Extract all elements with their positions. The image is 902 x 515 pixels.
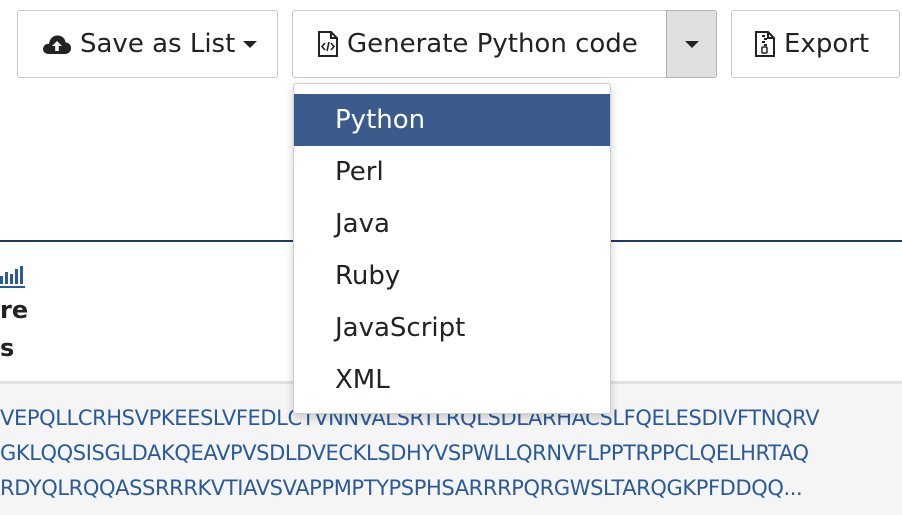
caret-down-icon [684, 40, 699, 48]
save-as-list-label: Save as List [80, 29, 236, 59]
generate-code-button[interactable]: Generate Python code [292, 10, 667, 78]
caret-down-icon [243, 40, 258, 48]
language-dropdown-menu: Python Perl Java Ruby JavaScript XML [293, 83, 611, 414]
truncated-label-2: s [0, 334, 15, 362]
save-as-list-button[interactable]: Save as List [17, 10, 278, 78]
sequence-line[interactable]: RDYQLRQQASSRRRKVTIAVSVAPPMPTYPSPHSARRRPQ… [0, 476, 902, 500]
file-code-icon [318, 31, 338, 57]
menu-item-javascript[interactable]: JavaScript [294, 302, 610, 354]
export-label: Export [784, 29, 870, 59]
menu-item-java[interactable]: Java [294, 198, 610, 250]
menu-item-python[interactable]: Python [294, 94, 610, 146]
language-dropdown-toggle[interactable] [666, 10, 717, 78]
menu-item-xml[interactable]: XML [294, 354, 610, 406]
sequence-line[interactable]: GKLQQSISGLDAKQEAVPVSDLDVECKLSDHYVSPWLLQR… [0, 441, 902, 465]
file-zip-icon [755, 31, 775, 57]
bar-chart-icon[interactable] [0, 264, 26, 288]
menu-item-ruby[interactable]: Ruby [294, 250, 610, 302]
export-button[interactable]: Export [731, 10, 900, 78]
truncated-label-1: re [0, 296, 29, 324]
generate-code-label: Generate Python code [347, 29, 638, 59]
cloud-upload-icon [43, 35, 72, 54]
menu-item-perl[interactable]: Perl [294, 146, 610, 198]
